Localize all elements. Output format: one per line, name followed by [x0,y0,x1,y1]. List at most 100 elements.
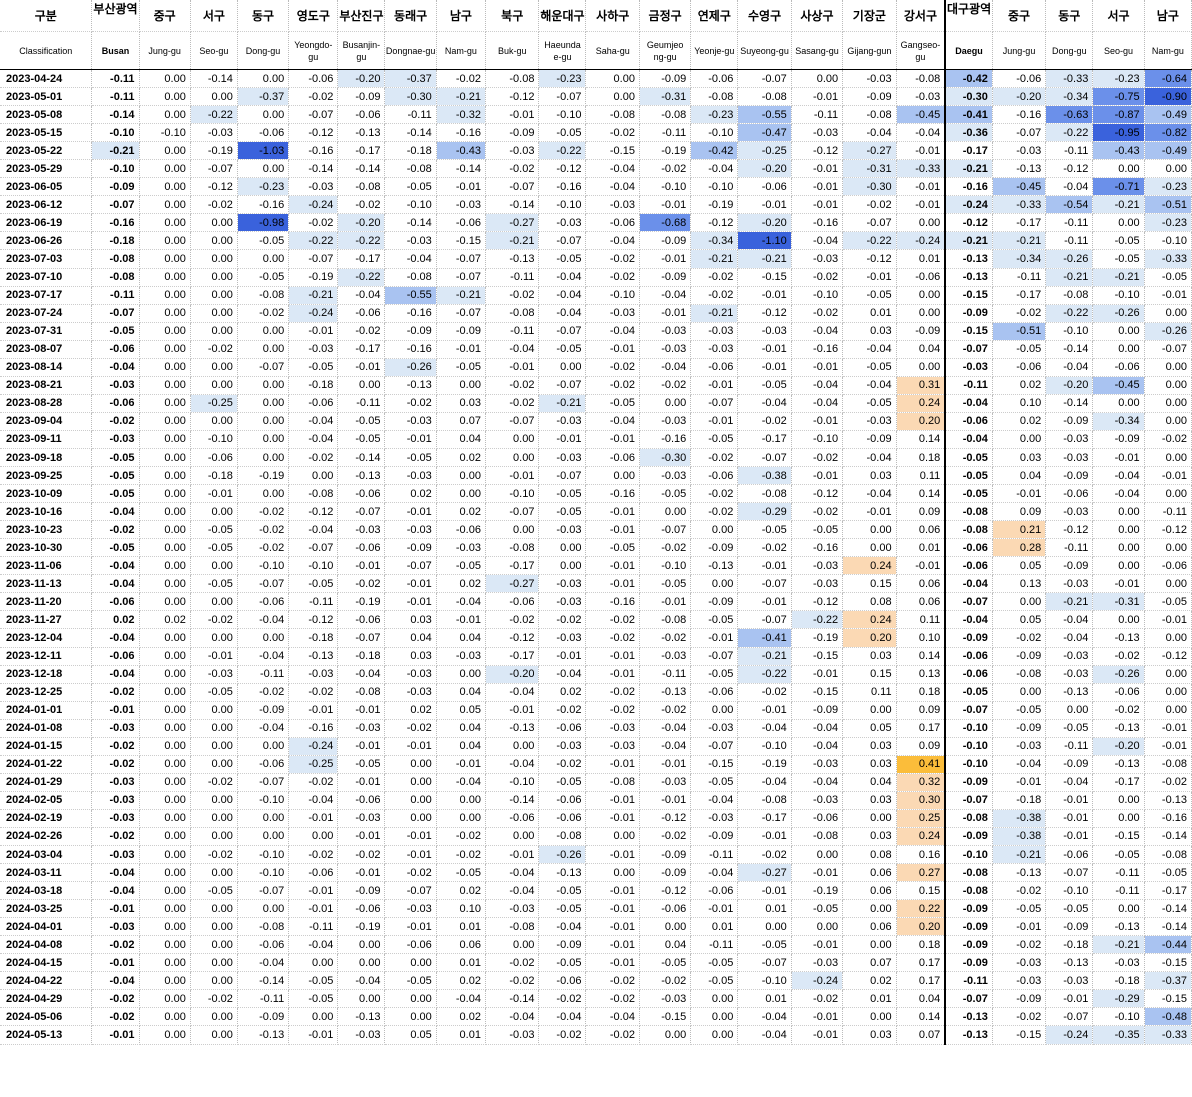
table-cell: 0.00 [139,87,191,107]
table-cell: -0.06 [690,683,739,702]
table-cell: -0.03 [538,213,587,233]
table-cell: 0.10 [896,628,947,648]
table-cell: -0.05 [384,448,437,468]
table-cell: 0.00 [139,1007,191,1027]
table-cell: -0.04 [842,123,897,143]
table-cell: -0.03 [1045,448,1094,468]
table-cell: 0.11 [896,610,947,630]
table-cell: -0.03 [384,466,437,486]
table-cell: -0.17 [737,809,792,828]
table-cell: 0.00 [139,935,191,955]
table-cell: -0.07 [91,304,140,323]
table-cell: 0.00 [139,737,191,756]
table-cell: -0.03 [538,520,587,540]
table-cell: -0.03 [538,448,587,468]
table-cell: -0.11 [639,665,692,684]
table-cell: -0.09 [1092,430,1145,449]
row-date: 2023-08-14 [0,358,93,377]
table-cell: 0.32 [896,773,947,792]
table-cell: -0.05 [237,231,290,251]
table-row: 2024-05-06 -0.02 0.00 0.00 -0.09 0.00 -0.13 0.0… [0,1007,1192,1027]
table-cell: -0.47 [737,123,792,143]
table-cell: -0.02 [585,683,640,702]
table-cell: 0.00 [1144,304,1192,323]
table-cell: -0.03 [639,466,692,486]
table-cell: -0.08 [485,69,540,89]
table-cell: -0.06 [237,123,290,143]
table-cell: -0.01 [190,647,238,666]
table-cell: -0.23 [1092,69,1145,89]
table-cell: 0.00 [190,917,238,937]
table-cell: -0.07 [337,628,386,648]
table-cell: -0.02 [190,610,238,630]
table-cell: 0.00 [139,628,191,648]
table-cell: 0.00 [992,592,1047,612]
table-cell: -0.03 [639,322,692,341]
table-cell: -0.19 [791,881,844,901]
table-cell: 0.27 [896,863,947,883]
table-cell: -0.02 [690,484,739,504]
table-cell: 0.02 [436,1007,486,1027]
table-cell: -0.05 [690,971,739,991]
table-cell: -0.03 [896,87,947,107]
table-cell: -0.25 [737,141,792,161]
table-cell: -0.11 [1045,141,1094,161]
row-date: 2023-12-11 [0,647,93,666]
table-cell: 0.00 [139,448,191,468]
table-cell: -0.03 [91,809,140,828]
table-cell: -0.27 [485,213,540,233]
table-cell: -0.01 [585,899,640,919]
table-cell: -0.09 [945,827,993,847]
table-cell: 0.00 [139,917,191,937]
table-cell: -0.08 [1144,845,1192,865]
row-date: 2023-08-28 [0,394,93,413]
table-cell: -0.02 [237,304,290,323]
table-cell: -0.02 [485,376,540,395]
table-cell: -0.22 [842,231,897,251]
table-cell: -0.02 [288,213,339,233]
table-cell: -0.01 [842,268,897,287]
table-cell: -0.10 [690,177,739,197]
table-cell: -0.06 [639,899,692,919]
table-cell: 0.00 [139,755,191,774]
row-date: 2024-05-06 [0,1007,93,1027]
table-cell: -0.16 [384,304,437,323]
table-cell: -0.08 [945,502,993,522]
row-date: 2024-01-08 [0,719,93,738]
table-cell: -0.90 [1144,87,1192,107]
table-row: 2024-04-29 -0.02 0.00 -0.02 -0.11 -0.05 0.00 0.… [0,989,1192,1009]
table-cell: -0.09 [992,719,1047,738]
table-cell: 0.00 [139,322,191,341]
table-cell: -0.03 [585,719,640,738]
table-cell: -0.13 [237,1025,290,1045]
table-cell: -0.03 [337,520,386,540]
table-cell: -0.07 [288,105,339,125]
table-cell: -0.15 [639,1007,692,1027]
table-cell: 0.00 [842,899,897,919]
table-cell: -0.05 [190,881,238,901]
table-cell: 0.02 [538,683,587,702]
header-14-en: Sasang-gu [791,31,844,70]
table-cell: 0.03 [842,1025,897,1045]
table-cell: -0.03 [842,69,897,89]
row-date: 2024-05-13 [0,1025,93,1045]
table-cell: 0.00 [190,304,238,323]
table-cell: 0.00 [190,268,238,287]
table-cell: -0.01 [791,1007,844,1027]
table-cell: -0.05 [585,394,640,413]
table-cell: -0.02 [384,863,437,883]
table-cell: -0.03 [992,141,1047,161]
table-cell: -0.02 [992,1007,1047,1027]
table-cell: -0.12 [1144,520,1192,540]
table-cell: -0.01 [585,665,640,684]
table-cell: -0.02 [585,610,640,630]
table-cell: -0.01 [639,755,692,774]
table-cell: -0.01 [538,647,587,666]
table-cell: 0.00 [690,574,739,594]
table-cell: -0.21 [1092,195,1145,215]
table-cell: -0.03 [384,899,437,919]
table-cell: -0.49 [1144,141,1192,161]
table-cell: 0.00 [139,358,191,377]
table-cell: -0.08 [288,484,339,504]
table-cell: -0.21 [485,231,540,251]
